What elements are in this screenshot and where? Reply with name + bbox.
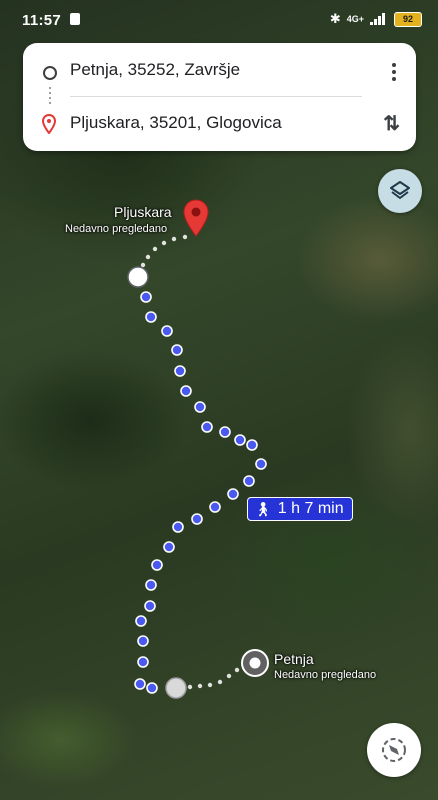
recenter-button[interactable] [367, 723, 421, 777]
compass-icon [382, 738, 406, 762]
status-bar: 11:57 ✱ 4G+ 92 [0, 0, 438, 40]
destination-row[interactable]: Pljuskara, 35201, Glogovica [23, 99, 416, 149]
battery-icon: 92 [394, 11, 422, 27]
destination-text[interactable]: Pljuskara, 35201, Glogovica [70, 113, 282, 133]
network-type: 4G+ [346, 13, 364, 24]
start-circle-icon [43, 66, 57, 80]
notification-icon [70, 13, 80, 25]
status-time: 11:57 [22, 12, 62, 29]
divider [70, 96, 362, 97]
destination-map-sublabel: Nedavno pregledano [65, 223, 168, 235]
route-connector-dots-top [140, 234, 188, 268]
route-dots [134, 291, 267, 694]
start-map-label[interactable]: Petnja [274, 651, 314, 667]
start-map-sublabel: Nedavno pregledano [274, 669, 377, 681]
start-location-text[interactable]: Petnja, 35252, Završje [70, 60, 240, 80]
destination-pin-small-icon [42, 114, 56, 134]
signal-icon [370, 13, 388, 25]
bluetooth-icon: ✱ [329, 11, 341, 26]
start-location-row[interactable]: Petnja, 35252, Završje [23, 46, 416, 96]
route-start-node [165, 677, 187, 699]
route-connector-dots-bottom [187, 667, 240, 690]
start-location-marker-icon[interactable] [240, 648, 270, 682]
layers-icon [390, 181, 410, 199]
route-duration-badge[interactable]: 🚶︎ 1 h 7 min [247, 497, 353, 521]
more-options-icon[interactable] [392, 63, 396, 84]
route-duration-text: 1 h 7 min [277, 500, 344, 517]
layers-button[interactable] [378, 169, 422, 213]
directions-card: Petnja, 35252, Završje Pljuskara, 35201,… [23, 43, 416, 151]
destination-map-label[interactable]: Pljuskara [114, 204, 172, 220]
walk-icon: 🚶︎ [254, 501, 272, 517]
swap-icon[interactable]: ⇅ [383, 111, 400, 136]
route-end-node [127, 266, 149, 288]
destination-pin-icon[interactable] [183, 199, 209, 237]
